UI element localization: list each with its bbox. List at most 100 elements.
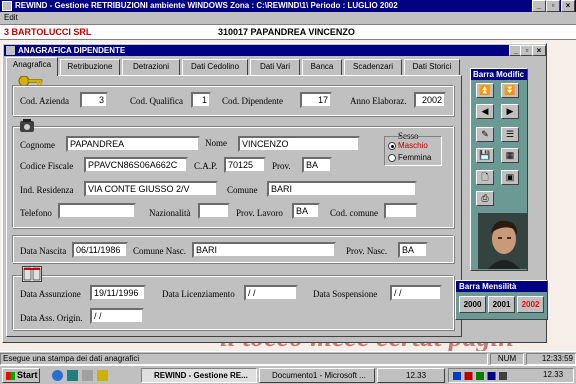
barra-modifica-title: Barra Modific xyxy=(473,70,525,79)
tab-detrazioni[interactable]: Detrazioni xyxy=(122,59,180,75)
last-record-button[interactable]: ⏬ xyxy=(501,83,519,98)
grid-button[interactable]: ▦ xyxy=(501,148,519,163)
tab-dati-vari[interactable]: Dati Vari xyxy=(250,59,300,75)
tab-dati-storici[interactable]: Dati Storici xyxy=(404,59,460,75)
task-rewind[interactable]: REWIND - Gestione RE... xyxy=(141,368,257,383)
cod-dipendente-field[interactable]: 17 xyxy=(300,92,332,108)
status-time: 12:33:59 xyxy=(526,353,576,365)
cod-comune-field[interactable] xyxy=(384,203,418,219)
task-other[interactable]: 12.33 xyxy=(377,368,445,383)
data-ass-origin-label: Data Ass. Origin. xyxy=(20,313,83,323)
child-window-title: ANAGRAFICA DIPENDENTE xyxy=(18,46,126,55)
restore-button[interactable]: ▫ xyxy=(546,0,560,12)
cod-qualifica-label: Cod. Qualifica xyxy=(130,96,183,106)
num-lock-indicator: NUM xyxy=(490,353,524,365)
employee-name: 310017 PAPANDREA VINCENZO xyxy=(218,27,355,37)
nome-field[interactable]: VINCENZO xyxy=(238,136,360,152)
cognome-field[interactable]: PAPANDREA xyxy=(66,136,200,152)
codice-fiscale-field[interactable]: PPAVCN86S06A662C xyxy=(84,157,188,173)
quicklaunch-outlook-icon[interactable] xyxy=(97,370,108,381)
data-nascita-field[interactable]: 06/11/1986 xyxy=(72,242,128,258)
comune-nasc-label: Comune Nasc. xyxy=(133,246,186,256)
cod-qualifica-field[interactable]: 1 xyxy=(191,92,211,108)
menu-bar: Edit xyxy=(0,12,576,24)
calendar-icon xyxy=(22,266,42,282)
new-button[interactable]: 🗋 xyxy=(476,170,494,185)
year-2001-button[interactable]: 2001 xyxy=(488,296,515,313)
main-window-title: REWIND - Gestione RETRIBUZIONI ambiente … xyxy=(15,1,398,10)
tab-scadenzari[interactable]: Scadenzari xyxy=(344,59,402,75)
quicklaunch-ie-icon[interactable] xyxy=(52,370,63,381)
prov-nasc-field[interactable]: BA xyxy=(398,242,428,258)
year-2002-button[interactable]: 2002 xyxy=(517,296,544,313)
radio-maschio[interactable] xyxy=(388,142,396,150)
app-icon xyxy=(2,1,12,11)
data-licenziamento-label: Data Licenziamento xyxy=(162,289,235,299)
radio-femmina[interactable] xyxy=(388,154,396,162)
comune-field[interactable]: BARI xyxy=(267,181,417,197)
company-bar: 3 BARTOLUCCI SRL 310017 PAPANDREA VINCEN… xyxy=(0,24,576,40)
system-tray: 12.33 xyxy=(448,368,574,383)
data-assunzione-label: Data Assunzione xyxy=(20,289,81,299)
employee-photo xyxy=(478,213,528,269)
edit-button[interactable]: ✎ xyxy=(476,127,494,142)
cap-label: C.A.P. xyxy=(194,161,218,171)
save-button[interactable]: 💾 xyxy=(476,148,494,163)
minimize-button[interactable]: _ xyxy=(532,0,546,12)
cap-field[interactable]: 70125 xyxy=(224,157,266,173)
tray-icons xyxy=(453,372,535,380)
telefono-label: Telefono xyxy=(20,208,52,218)
main-title-bar: REWIND - Gestione RETRIBUZIONI ambiente … xyxy=(0,0,576,12)
prov-field[interactable]: BA xyxy=(302,157,332,173)
next-record-button[interactable]: ▶ xyxy=(501,104,519,119)
query-button[interactable]: ▣ xyxy=(501,170,519,185)
tab-dati-cedolino[interactable]: Dati Cedolino xyxy=(182,59,248,75)
close-button[interactable]: × xyxy=(561,0,575,12)
cod-azienda-field[interactable]: 3 xyxy=(80,92,108,108)
prov-lavoro-field[interactable]: BA xyxy=(292,203,320,219)
nome-label: Nome xyxy=(205,138,227,148)
windows-logo-icon xyxy=(6,372,15,380)
tab-anagrafica[interactable]: Anagrafica xyxy=(6,57,58,76)
data-licenziamento-field[interactable]: / / xyxy=(244,285,298,301)
cod-azienda-label: Cod. Azienda xyxy=(20,96,69,106)
taskbar: Start REWIND - Gestione RE... Documento1… xyxy=(0,365,576,384)
company-name: 3 BARTOLUCCI SRL xyxy=(4,27,92,37)
codice-fiscale-label: Codice Fiscale xyxy=(20,161,74,171)
nazionalita-field[interactable] xyxy=(198,203,230,219)
tab-banca[interactable]: Banca xyxy=(302,59,342,75)
residenza-field[interactable]: VIA CONTE GIUSSO 2/V xyxy=(84,181,218,197)
phone-icon xyxy=(17,118,37,134)
child-close-button[interactable]: × xyxy=(532,45,546,56)
barra-modifica-title-bar: Barra Modific xyxy=(471,69,527,80)
list-button[interactable]: ☰ xyxy=(501,127,519,142)
cod-dipendente-label: Cod. Dipendente xyxy=(222,96,283,106)
anno-elaboraz-label: Anno Elaboraz. xyxy=(350,96,407,106)
tab-retribuzione[interactable]: Retribuzione xyxy=(60,59,120,75)
status-message: Esegue una stampa dei dati anagrafici xyxy=(0,353,488,365)
data-nascita-label: Data Nascita xyxy=(20,246,67,256)
prov-lavoro-label: Prov. Lavoro xyxy=(236,208,283,218)
comune-nasc-field[interactable]: BARI xyxy=(192,242,336,258)
quicklaunch-channels-icon[interactable] xyxy=(82,370,93,381)
barra-mensilita-title: Barra Mensilità xyxy=(459,282,517,291)
radio-dot xyxy=(391,145,394,148)
telefono-field[interactable] xyxy=(58,203,136,219)
menu-edit[interactable]: Edit xyxy=(4,13,18,22)
comune-label: Comune xyxy=(227,185,258,195)
window-icon xyxy=(6,46,15,55)
data-sospensione-field[interactable]: / / xyxy=(390,285,442,301)
task-word[interactable]: Documento1 - Microsoft ... xyxy=(259,368,375,383)
data-ass-origin-field[interactable]: / / xyxy=(90,308,144,324)
print-button[interactable]: ⎙ xyxy=(476,191,494,206)
first-record-button[interactable]: ⏫ xyxy=(476,83,494,98)
prev-record-button[interactable]: ◀ xyxy=(476,104,494,119)
quicklaunch-desktop-icon[interactable] xyxy=(67,370,78,381)
data-assunzione-field[interactable]: 19/11/1996 xyxy=(90,285,146,301)
nazionalita-label: Nazionalità xyxy=(149,208,191,218)
status-bar: Esegue una stampa dei dati anagrafici NU… xyxy=(0,351,576,365)
anno-elaboraz-field[interactable]: 2002 xyxy=(414,92,446,108)
year-2000-button[interactable]: 2000 xyxy=(459,296,486,313)
start-button[interactable]: Start xyxy=(2,368,40,383)
child-title-bar: ANAGRAFICA DIPENDENTE _ ▫ × xyxy=(4,45,546,56)
